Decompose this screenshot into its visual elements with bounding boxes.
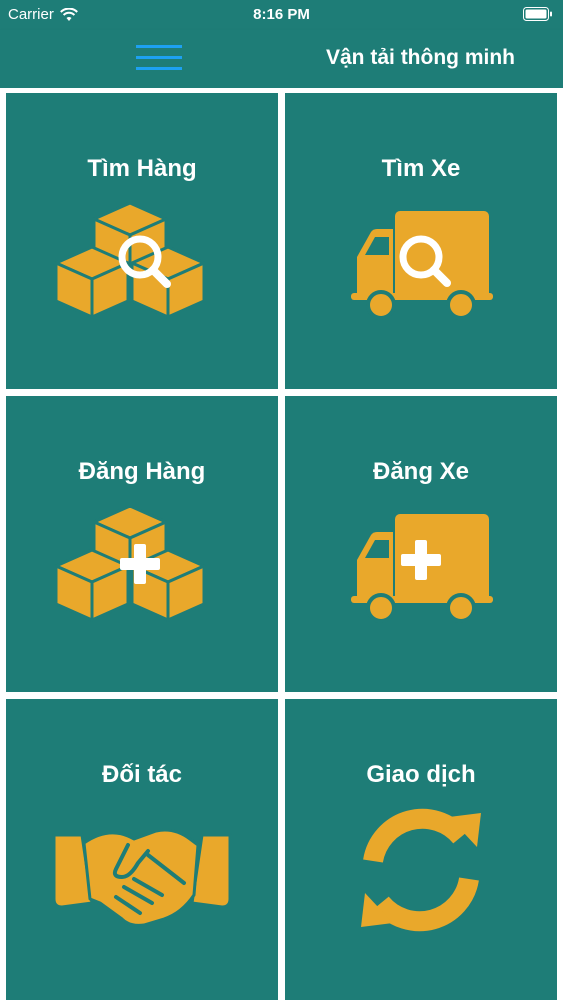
- tile-transactions[interactable]: Giao dịch: [285, 699, 557, 1000]
- battery-icon: [523, 7, 553, 25]
- tile-label: Đăng Hàng: [78, 458, 206, 485]
- navigation-bar: Vận tải thông minh: [0, 30, 563, 88]
- status-bar: Carrier 8:16 PM: [0, 0, 563, 30]
- tile-find-truck[interactable]: Tìm Xe: [285, 93, 557, 389]
- tile-label: Tìm Xe: [381, 155, 461, 182]
- tile-label: Giao dịch: [366, 761, 476, 788]
- menu-grid: Tìm Hàng Tìm Xe Đăng Hàng Đăng Xe Đối tá…: [0, 88, 563, 1000]
- tile-post-truck[interactable]: Đăng Xe: [285, 396, 557, 692]
- truck-search-icon: [351, 211, 493, 320]
- handshake-icon: [52, 828, 232, 927]
- tile-label: Tìm Hàng: [87, 155, 197, 182]
- truck-add-icon: [351, 514, 493, 623]
- sync-icon: [361, 808, 481, 932]
- menu-button[interactable]: [134, 42, 184, 74]
- app-title: Vận tải thông minh: [326, 46, 515, 69]
- tile-post-goods[interactable]: Đăng Hàng: [6, 396, 278, 692]
- status-time: 8:16 PM: [253, 6, 310, 23]
- tile-label: Đối tác: [101, 761, 182, 788]
- boxes-search-icon: [54, 201, 206, 319]
- tile-find-goods[interactable]: Tìm Hàng: [6, 93, 278, 389]
- hamburger-menu-icon: [136, 45, 182, 70]
- tile-partners[interactable]: Đối tác: [6, 699, 278, 1000]
- boxes-add-icon: [54, 504, 206, 622]
- tile-label: Đăng Xe: [372, 458, 470, 485]
